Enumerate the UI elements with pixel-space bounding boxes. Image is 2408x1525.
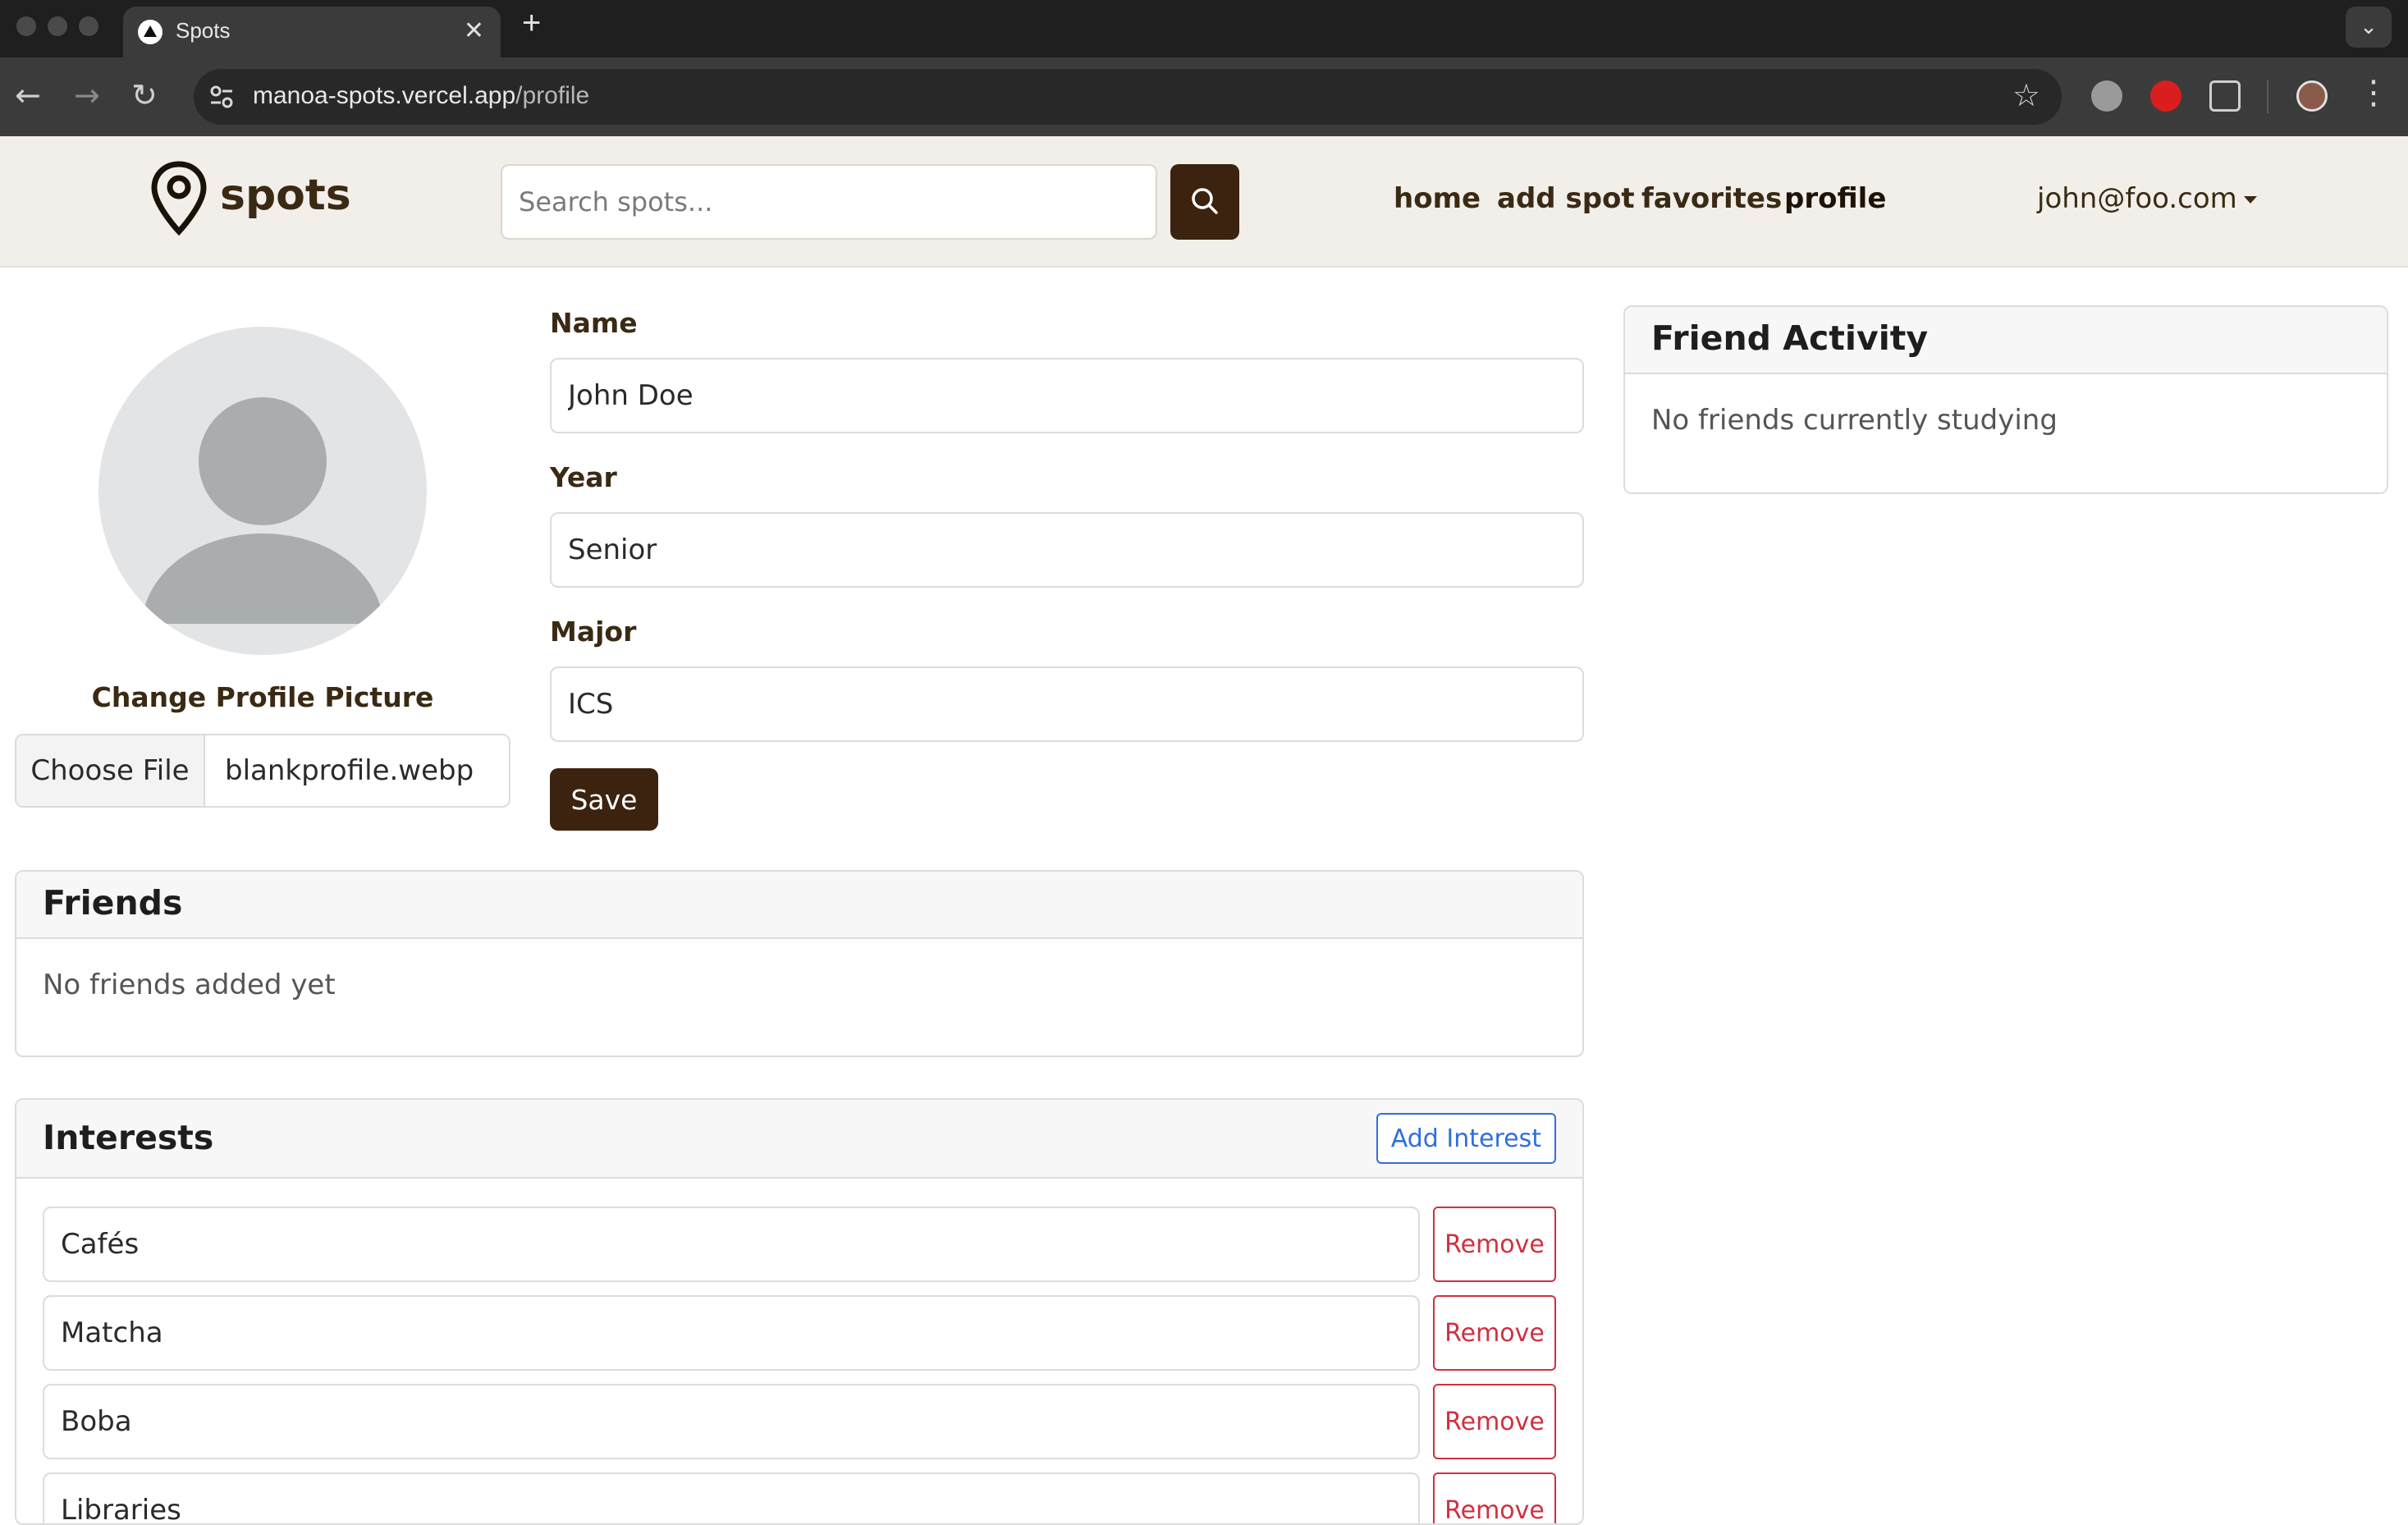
bookmark-star-icon[interactable]: ☆	[2012, 77, 2040, 113]
tab-search-chevron-icon[interactable]: ⌄	[2346, 7, 2392, 48]
change-picture-label: Change Profile Picture	[91, 681, 434, 713]
extension-hand-icon[interactable]	[2150, 80, 2181, 112]
search-button[interactable]	[1170, 164, 1239, 240]
interest-row: Remove	[43, 1295, 1582, 1371]
friends-title: Friends	[43, 883, 183, 923]
reload-icon[interactable]: ↻	[131, 77, 158, 113]
nav-profile[interactable]: profile	[1784, 182, 1886, 215]
search-input[interactable]	[501, 164, 1157, 240]
tab-title: Spots	[176, 18, 231, 43]
friends-card: Friends No friends added yet	[15, 870, 1584, 1057]
browser-toolbar: ← → ↻ manoa-spots.vercel.app/profile ☆ ⋮	[0, 57, 2408, 136]
major-input[interactable]	[550, 666, 1584, 742]
extensions-icon[interactable]	[2209, 80, 2241, 112]
forward-icon[interactable]: →	[74, 77, 100, 113]
avatar	[98, 327, 427, 655]
brand-name[interactable]: spots	[220, 171, 351, 220]
friends-card-header: Friends	[16, 872, 1582, 939]
address-bar[interactable]: manoa-spots.vercel.app/profile ☆	[194, 69, 2062, 125]
remove-interest-button[interactable]: Remove	[1433, 1295, 1556, 1371]
menu-icon[interactable]: ⋮	[2357, 74, 2390, 112]
site-settings-icon[interactable]	[208, 84, 235, 110]
interests-card: Interests Add Interest Remove Remove Rem…	[15, 1098, 1584, 1525]
profile-icon[interactable]	[2296, 80, 2328, 112]
interests-title: Interests	[43, 1118, 214, 1157]
remove-interest-button[interactable]: Remove	[1433, 1384, 1556, 1459]
site-navbar: spots home add spot favorites profile jo…	[0, 136, 2408, 268]
remove-interest-button[interactable]: Remove	[1433, 1207, 1556, 1282]
toolbar-divider	[2267, 80, 2268, 113]
map-pin-icon[interactable]	[148, 159, 210, 238]
nav-favorites[interactable]: favorites	[1641, 182, 1782, 215]
name-input[interactable]	[550, 358, 1584, 433]
browser-tab[interactable]: Spots ✕	[123, 7, 501, 57]
year-label: Year	[550, 461, 617, 493]
add-interest-button[interactable]: Add Interest	[1376, 1113, 1556, 1164]
choose-file-button[interactable]: Choose File	[16, 735, 205, 806]
favicon-icon	[138, 20, 163, 44]
interest-row: Remove	[43, 1472, 1582, 1523]
interest-row: Remove	[43, 1384, 1582, 1459]
caret-down-icon	[2243, 196, 2257, 204]
window-minimize-dot[interactable]	[48, 16, 67, 36]
browser-tab-bar: Spots ✕ + ⌄	[0, 0, 2408, 57]
back-icon[interactable]: ←	[15, 77, 41, 113]
friend-activity-empty-text: No friends currently studying	[1651, 404, 2058, 437]
window-close-dot[interactable]	[16, 16, 36, 36]
interest-row: Remove	[43, 1207, 1582, 1282]
remove-interest-button[interactable]: Remove	[1433, 1472, 1556, 1523]
url-text: manoa-spots.vercel.app/profile	[253, 82, 590, 109]
file-name: blankprofile.webp	[225, 754, 474, 787]
friends-empty-text: No friends added yet	[43, 969, 336, 1001]
name-label: Name	[550, 307, 638, 339]
major-label: Major	[550, 616, 637, 648]
tab-close-icon[interactable]: ✕	[464, 16, 484, 45]
user-dropdown[interactable]: john@foo.com	[2037, 182, 2257, 215]
user-email: john@foo.com	[2037, 182, 2237, 215]
friend-activity-card-header: Friend Activity	[1625, 307, 2387, 374]
interest-input[interactable]	[43, 1384, 1420, 1459]
interest-input[interactable]	[43, 1472, 1420, 1523]
interest-input[interactable]	[43, 1207, 1420, 1282]
interest-input[interactable]	[43, 1295, 1420, 1371]
new-tab-icon[interactable]: +	[522, 5, 541, 42]
extension-owl-icon[interactable]	[2091, 80, 2122, 112]
window-zoom-dot[interactable]	[79, 16, 98, 36]
friend-activity-card: Friend Activity No friends currently stu…	[1623, 305, 2388, 494]
year-input[interactable]	[550, 512, 1584, 588]
nav-add-spot[interactable]: add spot	[1497, 182, 1635, 215]
default-avatar-icon	[141, 397, 384, 624]
save-button[interactable]: Save	[550, 768, 658, 831]
friend-activity-title: Friend Activity	[1651, 318, 1929, 358]
search-icon	[1192, 187, 1218, 214]
interests-card-header: Interests Add Interest	[16, 1100, 1582, 1179]
nav-home[interactable]: home	[1394, 182, 1481, 215]
profile-picture-file-input[interactable]: Choose File blankprofile.webp	[15, 734, 510, 808]
